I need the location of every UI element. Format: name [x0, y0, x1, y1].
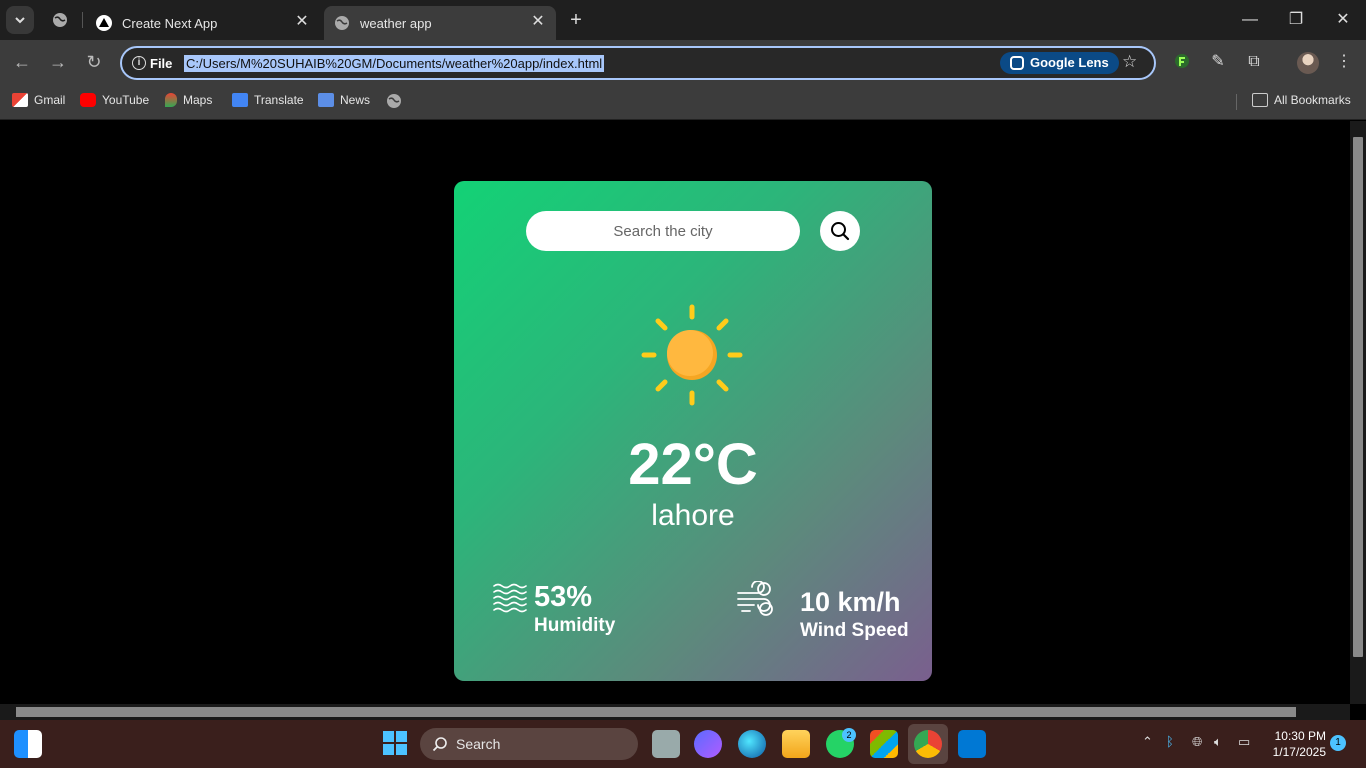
taskbar-search-label: Search: [456, 736, 501, 752]
bookmark-youtube[interactable]: YouTube: [80, 93, 149, 107]
file-explorer-icon[interactable]: [782, 730, 810, 758]
folder-icon: [1252, 93, 1268, 107]
tab-create-next-app[interactable]: Create Next App ✕: [84, 6, 320, 40]
bookmark-label: Translate: [254, 93, 304, 107]
chrome-icon[interactable]: [914, 730, 942, 758]
globe-icon: [335, 16, 349, 30]
humidity-waves-icon: [493, 583, 527, 613]
reload-icon[interactable]: ↻: [84, 52, 104, 72]
tray-chevron-up-icon[interactable]: ⌃: [1142, 734, 1153, 750]
back-arrow-icon[interactable]: ←: [12, 52, 32, 72]
bookmark-star-icon[interactable]: ☆: [1122, 52, 1137, 72]
google-lens-button[interactable]: Google Lens: [1000, 52, 1119, 74]
weather-card: 22°C lahore 53% Humidity 10 km/h: [454, 181, 932, 681]
globe-icon: [387, 94, 401, 108]
tab-search-button[interactable]: [6, 6, 34, 34]
extensions-puzzle-icon[interactable]: ⧉: [1244, 52, 1264, 72]
address-url[interactable]: C:/Users/M%20SUHAIB%20GM/Documents/weath…: [184, 55, 605, 72]
maps-pin-icon: [165, 93, 177, 107]
eyedropper-icon[interactable]: ✎: [1208, 52, 1228, 72]
bookmark-label: Maps: [183, 93, 213, 107]
windows-taskbar: Search 2 ⌃ ᛒ 🌐︎ 🔈︎ ▭ 10:30 PM 1/17/2025 …: [0, 720, 1366, 768]
bookmark-label: YouTube: [102, 93, 150, 107]
clock-date: 1/17/2025: [1272, 745, 1326, 759]
address-scheme-label: File: [150, 56, 173, 71]
all-bookmarks-label: All Bookmarks: [1274, 93, 1351, 107]
humidity-value: 53%: [534, 581, 593, 613]
extension-icon[interactable]: [1172, 52, 1192, 72]
address-bar[interactable]: i File C:/Users/M%20SUHAIB%20GM/Document…: [120, 46, 1156, 80]
whatsapp-badge: 2: [842, 728, 856, 742]
vertical-scrollbar[interactable]: [1350, 121, 1366, 704]
minimize-icon[interactable]: —: [1240, 10, 1260, 30]
news-icon: [318, 93, 334, 107]
all-bookmarks-button[interactable]: All Bookmarks: [1252, 93, 1351, 107]
tab-divider: [82, 12, 83, 28]
temperature: 22°C: [628, 432, 758, 497]
tab-title: Create Next App: [122, 15, 218, 31]
meet-icon[interactable]: [694, 730, 722, 758]
volume-icon[interactable]: 🔈︎: [1214, 734, 1222, 750]
search-button[interactable]: [820, 211, 860, 251]
wind-icon: [737, 581, 773, 616]
chevron-down-icon: [15, 17, 25, 24]
bookmarks-divider: [1236, 94, 1237, 110]
close-window-icon[interactable]: ✕: [1333, 10, 1353, 30]
bluetooth-icon[interactable]: ᛒ: [1166, 734, 1174, 749]
sun-icon: [641, 304, 743, 406]
profile-avatar[interactable]: [1297, 52, 1319, 74]
bookmark-maps[interactable]: Maps: [165, 93, 212, 107]
search-icon: [432, 737, 447, 752]
page-viewport: 22°C lahore 53% Humidity 10 km/h: [0, 121, 1350, 704]
globe-icon[interactable]: [52, 12, 68, 28]
battery-icon[interactable]: ▭: [1238, 734, 1250, 750]
tab-title: weather app: [360, 15, 432, 31]
bookmarks-bar: Gmail YouTube Maps Translate News All Bo…: [0, 84, 1366, 120]
store-icon[interactable]: [870, 730, 898, 758]
notification-badge[interactable]: 1: [1330, 735, 1346, 751]
close-tab-icon[interactable]: ✕: [530, 14, 546, 30]
windows-start-icon[interactable]: [382, 730, 408, 756]
city-name: lahore: [651, 499, 735, 532]
edge-icon[interactable]: [738, 730, 766, 758]
wind-speed-value: 10 km/h: [800, 587, 901, 617]
translate-icon: [232, 93, 248, 107]
google-lens-label: Google Lens: [1030, 55, 1109, 70]
clock-time: 10:30 PM: [1274, 729, 1326, 743]
gmail-icon: [12, 93, 28, 107]
taskbar-search[interactable]: Search: [420, 728, 638, 760]
site-info-icon[interactable]: i: [132, 56, 146, 70]
vscode-icon[interactable]: [958, 730, 986, 758]
lens-icon: [1010, 56, 1024, 70]
browser-tab-bar: Create Next App ✕ weather app ✕ + — ❐ ✕: [0, 0, 1366, 40]
close-tab-icon[interactable]: ✕: [294, 14, 310, 30]
new-tab-plus-icon[interactable]: +: [566, 10, 586, 30]
forward-arrow-icon[interactable]: →: [48, 52, 68, 72]
taskbar-clock[interactable]: 10:30 PM 1/17/2025: [1266, 728, 1326, 760]
task-view-icon[interactable]: [652, 730, 680, 758]
wind-speed-label: Wind Speed: [800, 620, 909, 641]
bookmark-news[interactable]: News: [318, 93, 370, 107]
network-globe-icon[interactable]: 🌐︎: [1192, 734, 1202, 750]
bookmark-label: Gmail: [34, 93, 66, 107]
nextjs-triangle-icon: [96, 15, 112, 31]
youtube-icon: [80, 93, 96, 107]
bookmark-globe[interactable]: [386, 93, 402, 109]
menu-kebab-icon[interactable]: ⋮: [1334, 52, 1354, 72]
bookmark-translate[interactable]: Translate: [232, 93, 304, 107]
horizontal-scrollbar[interactable]: [0, 704, 1350, 720]
bookmark-label: News: [340, 93, 371, 107]
search-icon: [831, 222, 850, 241]
city-search-input[interactable]: [526, 211, 800, 251]
tab-weather-app[interactable]: weather app ✕: [324, 6, 556, 40]
humidity-label: Humidity: [534, 615, 616, 636]
bookmark-gmail[interactable]: Gmail: [12, 93, 65, 107]
restore-icon[interactable]: ❐: [1286, 10, 1306, 30]
widgets-icon[interactable]: [14, 730, 42, 758]
scrollbar-thumb[interactable]: [1353, 137, 1363, 657]
browser-toolbar: ← → ↻ i File C:/Users/M%20SUHAIB%20GM/Do…: [0, 40, 1366, 84]
scrollbar-thumb[interactable]: [16, 707, 1296, 717]
